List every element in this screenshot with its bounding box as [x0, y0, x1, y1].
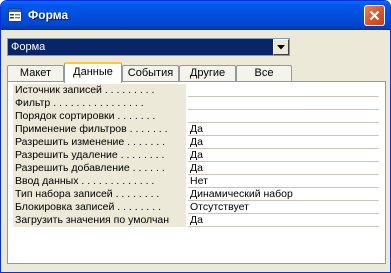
property-row[interactable]: Разрешить изменение . . . . . . . Да: [13, 136, 379, 149]
property-label: Применение фильтров . . . . . . .: [13, 123, 186, 136]
property-row[interactable]: Источник записей . . . . . . . . .: [13, 84, 379, 97]
property-value-field[interactable]: [188, 110, 379, 123]
property-label: Блокировка записей . . . . . . . .: [13, 201, 186, 214]
window-title: Форма: [28, 8, 69, 22]
property-row[interactable]: Разрешить удаление . . . . . . . . Да: [13, 149, 379, 162]
tab-all-label: Все: [254, 67, 274, 79]
property-row[interactable]: Применение фильтров . . . . . . . Да: [13, 123, 379, 136]
property-tabs: Макет Данные События Другие Все: [7, 62, 386, 83]
property-label: Порядок сортировки . . . . . . .: [13, 110, 186, 123]
property-value-field[interactable]: Да: [188, 162, 379, 175]
tab-other-label: Другие: [189, 67, 226, 79]
property-value-field[interactable]: Да: [188, 123, 379, 136]
property-grid: Источник записей . . . . . . . . . Фильт…: [13, 84, 379, 227]
property-row[interactable]: Тип набора записей . . . . . . . . Динами…: [13, 188, 379, 201]
property-value-field[interactable]: Да: [188, 149, 379, 162]
object-selector-dropdown[interactable]: Форма: [7, 38, 290, 56]
property-label: Загрузить значения по умолчан: [13, 214, 186, 227]
form-properties-icon: [8, 8, 22, 22]
tab-layout[interactable]: Макет: [7, 65, 64, 82]
tab-layout-label: Макет: [19, 67, 52, 79]
property-row[interactable]: Фильтр . . . . . . . . . . . . . . . .: [13, 97, 379, 110]
property-label: Фильтр . . . . . . . . . . . . . . . .: [13, 97, 186, 110]
property-value-field[interactable]: Да: [188, 214, 379, 227]
property-row[interactable]: Блокировка записей . . . . . . . . Отсутс…: [13, 201, 379, 214]
tab-other[interactable]: Другие: [179, 65, 236, 82]
property-row[interactable]: Ввод данных . . . . . . . . . . . . . Нет: [13, 175, 379, 188]
title-bar[interactable]: Форма: [1, 1, 390, 30]
property-value-field[interactable]: [188, 84, 379, 97]
property-row[interactable]: Разрешить добавление . . . . . . Да: [13, 162, 379, 175]
tab-events-label: События: [127, 67, 174, 79]
property-value-field[interactable]: Да: [188, 136, 379, 149]
properties-window: Форма Форма Макет Данные События Другие …: [0, 0, 391, 273]
property-label: Источник записей . . . . . . . . .: [13, 84, 186, 97]
tab-events[interactable]: События: [122, 65, 179, 82]
close-button[interactable]: [364, 5, 385, 26]
tab-all[interactable]: Все: [236, 65, 292, 82]
property-label: Ввод данных . . . . . . . . . . . . .: [13, 175, 186, 188]
property-value-field[interactable]: Нет: [188, 175, 379, 188]
property-value-field[interactable]: Динамический набор: [188, 188, 379, 201]
property-value-field[interactable]: Отсутствует: [188, 201, 379, 214]
object-selector-value: Форма: [11, 41, 46, 53]
property-label: Разрешить удаление . . . . . . . .: [13, 149, 186, 162]
property-row[interactable]: Порядок сортировки . . . . . . .: [13, 110, 379, 123]
tab-page-data: Источник записей . . . . . . . . . Фильт…: [7, 81, 386, 264]
property-value-field[interactable]: [188, 97, 379, 110]
property-label: Разрешить добавление . . . . . .: [13, 162, 186, 175]
property-label: Разрешить изменение . . . . . . .: [13, 136, 186, 149]
dropdown-button[interactable]: [273, 39, 289, 55]
tab-data[interactable]: Данные: [64, 62, 122, 83]
tab-data-label: Данные: [73, 66, 113, 78]
property-label: Тип набора записей . . . . . . . .: [13, 188, 186, 201]
property-row[interactable]: Загрузить значения по умолчан Да: [13, 214, 379, 227]
